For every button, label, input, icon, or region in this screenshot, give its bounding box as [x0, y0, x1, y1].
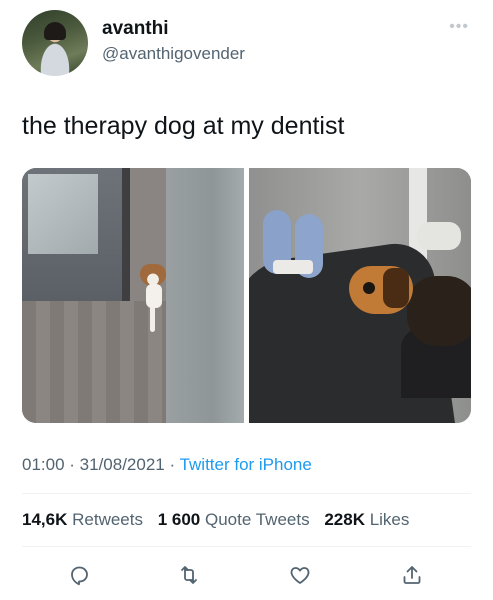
- reply-button[interactable]: [64, 560, 94, 590]
- photo-dog: [140, 264, 166, 334]
- tweet-time[interactable]: 01:00: [22, 455, 65, 474]
- quote-tweets-count: 1 600: [157, 510, 201, 529]
- photo-door: [22, 168, 124, 301]
- dog-leg: [150, 306, 155, 332]
- dog-head: [140, 264, 166, 286]
- like-icon: [290, 567, 310, 584]
- retweets-stat[interactable]: 14,6K Retweets: [22, 510, 143, 529]
- meta-separator: ·: [164, 455, 180, 474]
- photo-sock: [273, 260, 313, 274]
- tweet-actions: [0, 560, 493, 592]
- photo-dog-on-lap[interactable]: [249, 168, 471, 423]
- dog-dark-fur: [407, 276, 471, 346]
- author-name[interactable]: avanthi: [102, 18, 169, 40]
- meta-separator: ·: [64, 455, 80, 474]
- avatar[interactable]: [22, 10, 88, 76]
- retweets-label: Retweets: [72, 510, 143, 529]
- tweet-date[interactable]: 31/08/2021: [80, 455, 165, 474]
- dog-body: [146, 284, 162, 308]
- quote-tweets-label: Quote Tweets: [205, 510, 310, 529]
- photo-door-frame: [122, 168, 130, 301]
- more-options-button[interactable]: •••: [449, 18, 469, 36]
- like-button[interactable]: [285, 560, 315, 590]
- tweet-text: the therapy dog at my dentist: [22, 112, 345, 140]
- photo-dog-in-hallway[interactable]: [22, 168, 244, 423]
- avatar-hair: [44, 22, 66, 40]
- reply-icon: [71, 566, 88, 586]
- photo-cup: [417, 222, 461, 250]
- author-handle[interactable]: @avanthigovender: [102, 44, 245, 64]
- photo-dog: [349, 266, 471, 346]
- dog-ear: [383, 268, 409, 308]
- divider: [22, 546, 471, 547]
- share-icon: [403, 566, 421, 584]
- retweet-icon: [181, 566, 197, 584]
- divider: [22, 493, 471, 494]
- retweets-count: 14,6K: [22, 510, 68, 529]
- photo-door-glass: [28, 174, 98, 254]
- likes-stat[interactable]: 228K Likes: [324, 510, 409, 529]
- quote-tweets-stat[interactable]: 1 600 Quote Tweets: [158, 510, 310, 529]
- tweet-stats: 14,6K Retweets 1 600 Quote Tweets 228K L…: [22, 510, 419, 530]
- photo-wall: [166, 168, 244, 423]
- likes-count: 228K: [324, 510, 365, 529]
- media-grid: [22, 168, 471, 423]
- tweet-source-link[interactable]: Twitter for iPhone: [180, 455, 312, 474]
- share-button[interactable]: [397, 560, 427, 590]
- likes-label: Likes: [369, 510, 410, 529]
- dog-eye: [363, 282, 375, 294]
- retweet-button[interactable]: [174, 560, 204, 590]
- tweet-metadata: 01:00 · 31/08/2021 · Twitter for iPhone: [22, 455, 312, 475]
